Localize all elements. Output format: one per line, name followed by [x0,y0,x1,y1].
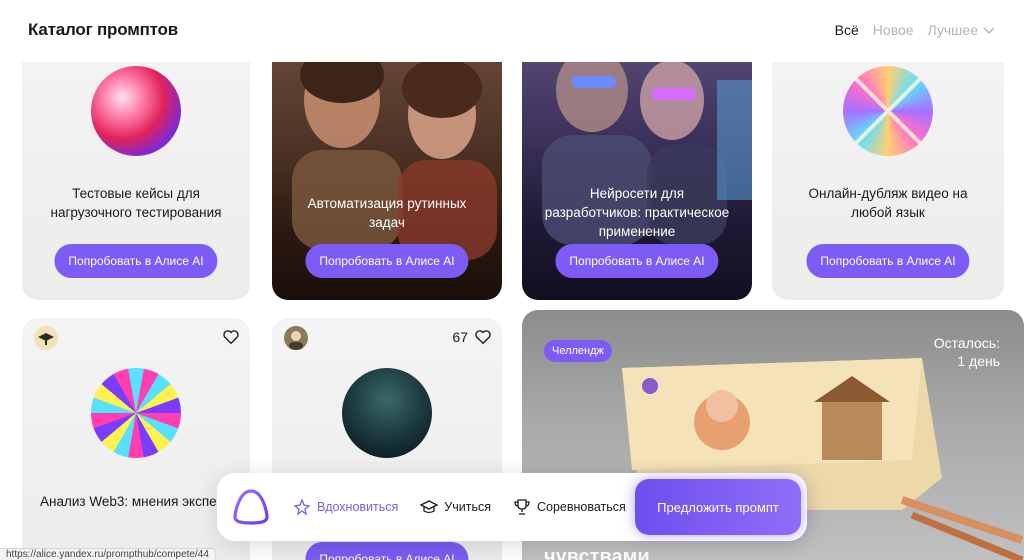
author-avatar[interactable] [284,326,308,350]
author-avatar[interactable] [34,326,58,350]
filter-new[interactable]: Новое [873,22,914,38]
bottom-nav-bar: Вдохновиться Учиться Соревноваться Предл… [217,473,807,541]
remaining-value: 1 день [957,353,1000,369]
nav-compete[interactable]: Соревноваться [513,498,626,516]
heart-icon [475,330,491,345]
nav-compete-label: Соревноваться [537,500,626,514]
nav-learn[interactable]: Учиться [420,498,491,516]
try-in-alice-button[interactable]: Попробовать в Алисе AI [305,542,469,560]
alice-logo-icon[interactable] [231,487,271,527]
try-in-alice-button[interactable]: Попробовать в Алисе AI [305,244,469,278]
nav-inspire-label: Вдохновиться [317,500,399,514]
graduation-cap-icon [420,500,439,514]
card-title: Автоматизация рутинных задач [307,196,467,230]
card-cover-orb [342,368,432,458]
prompt-card-neural-networks-devs[interactable]: Нейросети для разработчиков: практическо… [522,40,752,300]
try-in-alice-button[interactable]: Попробовать в Алисе AI [555,244,719,278]
sparkle-icon [293,498,311,516]
nav-inspire[interactable]: Вдохновиться [293,498,398,516]
filter-best-dropdown[interactable]: Лучшее [928,22,996,38]
challenge-title-fragment: чувствами [544,546,650,560]
card-cover-orb [91,368,181,458]
heart-icon[interactable] [222,328,240,346]
page-title: Каталог промптов [28,20,178,39]
suggest-prompt-button[interactable]: Предложить промпт [635,479,801,535]
nav-learn-label: Учиться [444,500,491,514]
try-in-alice-button[interactable]: Попробовать в Алисе AI [806,244,970,278]
prompt-card-web3-analysis[interactable]: Анализ Web3: мнения экспертов [22,318,250,560]
filter-all[interactable]: Всё [835,22,859,38]
card-cover-orb [91,66,181,156]
prompt-card-load-testing[interactable]: Тестовые кейсы для нагрузочного тестиров… [22,40,250,300]
remaining-label: Осталось: [933,335,1000,351]
header: Каталог промптов Всё Новое Лучшее [0,0,1024,62]
challenge-badge: Челлендж [544,340,612,362]
card-cover-orb [843,66,933,156]
filter-best-label: Лучшее [927,22,978,38]
card-title: Тестовые кейсы для нагрузочного тестиров… [50,186,222,220]
challenge-deadline: Осталось: 1 день [934,334,1000,370]
card-title: Нейросети для разработчиков: практическо… [544,186,730,239]
card-title: Онлайн-дубляж видео на любой язык [808,186,968,220]
like-counter[interactable]: 67 [452,328,492,346]
like-count: 67 [452,329,468,345]
filter-tabs: Всё Новое Лучшее [835,22,996,38]
trophy-icon [514,499,530,515]
card-title: Анализ Web3: мнения экспертов [40,494,245,509]
chevron-down-icon [983,27,995,34]
status-bar-url: https://alice.yandex.ru/prompthub/compet… [0,548,216,560]
prompt-card-video-dubbing[interactable]: Онлайн-дубляж видео на любой язык Попроб… [772,40,1004,300]
try-in-alice-button[interactable]: Попробовать в Алисе AI [54,244,218,278]
prompt-card-automation[interactable]: Автоматизация рутинных задач Попробовать… [272,40,502,300]
